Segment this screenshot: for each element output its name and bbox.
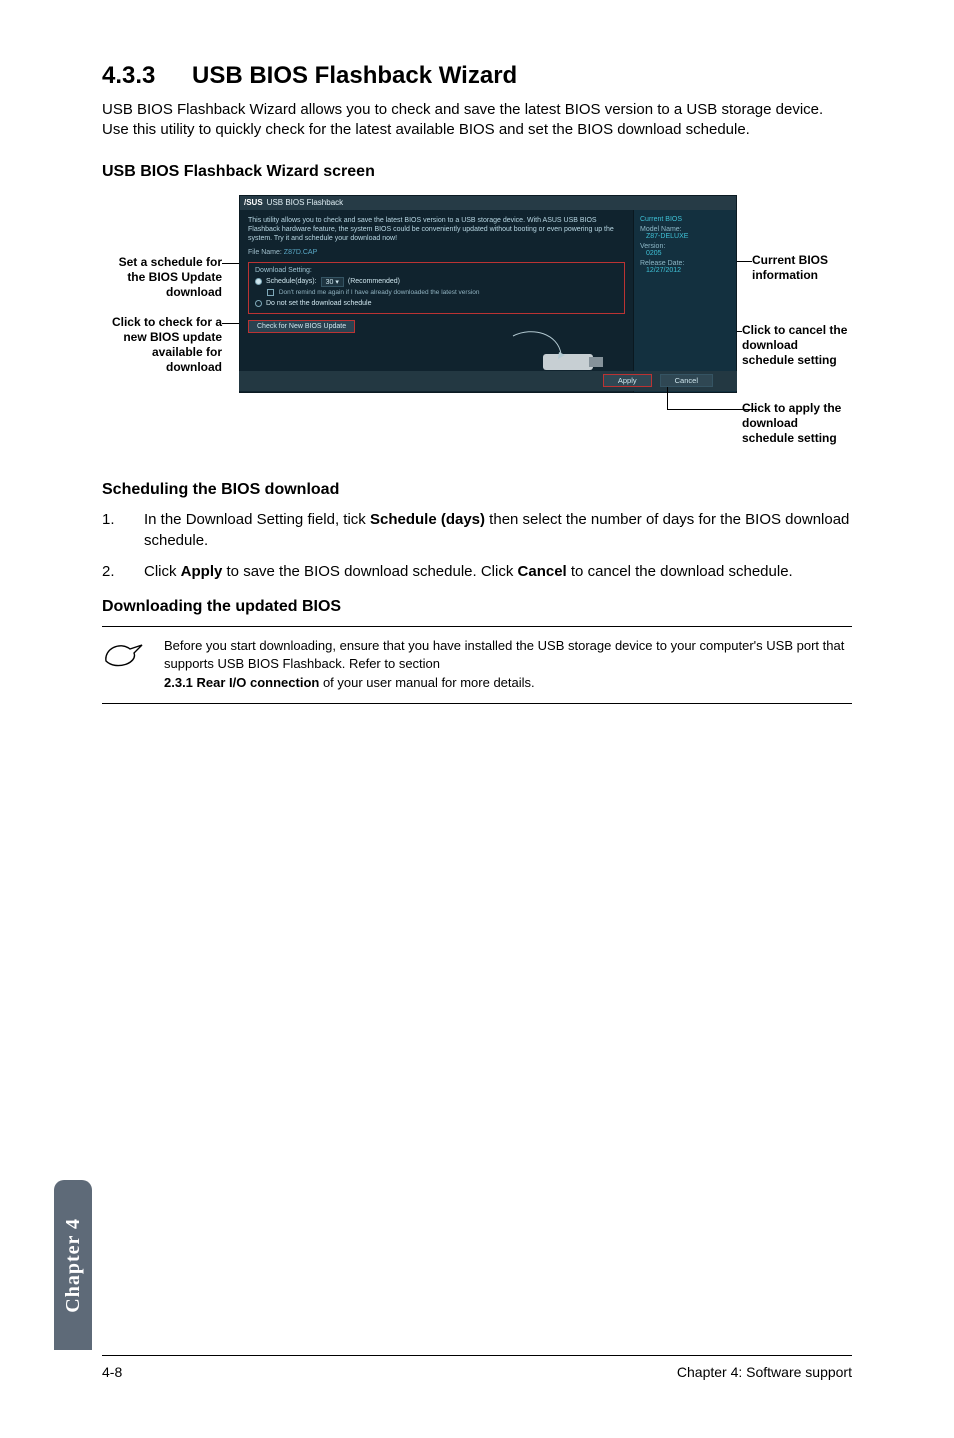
anno-current: Current BIOS information [752, 253, 852, 283]
scheduling-heading: Scheduling the BIOS download [102, 481, 852, 499]
recommended-label: (Recommended) [348, 278, 400, 285]
model-value: Z87-DELUXE [646, 233, 730, 240]
radio-schedule-icon[interactable] [255, 278, 262, 285]
section-number: 4.3.3 [102, 62, 192, 90]
step-2: 2. Click Apply to save the BIOS download… [102, 561, 852, 582]
connector-line [667, 387, 668, 409]
current-bios-header: Current BIOS [640, 216, 730, 223]
section-heading: 4.3.3USB BIOS Flashback Wizard [102, 62, 852, 90]
download-setting-group: Download Setting: Schedule(days): 30 ▾ (… [248, 262, 625, 314]
page-number: 4-8 [102, 1364, 122, 1380]
anno-schedule: Set a schedule for the BIOS Update downl… [102, 255, 222, 300]
app-logo: /SUS [244, 198, 263, 207]
schedule-row[interactable]: Schedule(days): 30 ▾ (Recommended) [255, 277, 618, 287]
filename-value: Z87D.CAP [284, 249, 317, 256]
cancel-button[interactable]: Cancel [660, 374, 713, 387]
radio-noset-icon[interactable] [255, 300, 262, 307]
current-bios-panel: Current BIOS Model Name: Z87-DELUXE Vers… [634, 210, 736, 392]
section-title-text: USB BIOS Flashback Wizard [192, 62, 517, 89]
version-value: 0205 [646, 250, 730, 257]
step-text: In the Download Setting field, tick Sche… [144, 509, 852, 551]
connector-line [667, 409, 757, 410]
anno-cancel: Click to cancel the download schedule se… [742, 323, 852, 368]
step-text: Click Apply to save the BIOS download sc… [144, 561, 852, 582]
screenshot-composite: Set a schedule for the BIOS Update downl… [102, 195, 852, 465]
noset-row[interactable]: Do not set the download schedule [255, 300, 618, 307]
app-footer: Apply Cancel [239, 371, 737, 391]
downloading-heading: Downloading the updated BIOS [102, 598, 852, 616]
download-setting-label: Download Setting: [255, 267, 618, 274]
app-titlebar: /SUS USB BIOS Flashback [240, 196, 736, 210]
footer-title: Chapter 4: Software support [677, 1364, 852, 1380]
release-value: 12/27/2012 [646, 267, 730, 274]
filename-label: File Name: [248, 249, 282, 256]
dont-remind-label: Don't remind me again if I have already … [279, 289, 480, 296]
chapter-side-label: Chapter 4 [62, 1218, 85, 1313]
screen-heading: USB BIOS Flashback Wizard screen [102, 163, 852, 181]
chapter-side-tab: Chapter 4 [54, 1180, 92, 1350]
steps-list: 1. In the Download Setting field, tick S… [102, 509, 852, 582]
page-footer: 4-8 Chapter 4: Software support [102, 1355, 852, 1380]
anno-apply: Click to apply the download schedule set… [742, 401, 852, 446]
step-number: 2. [102, 561, 144, 582]
noset-label: Do not set the download schedule [266, 300, 371, 307]
apply-button[interactable]: Apply [603, 374, 652, 387]
note-box: Before you start downloading, ensure tha… [102, 626, 852, 705]
schedule-days-label: Schedule(days): [266, 278, 317, 285]
checkbox-icon[interactable] [267, 289, 274, 296]
app-title: USB BIOS Flashback [267, 198, 343, 207]
schedule-days-select[interactable]: 30 ▾ [321, 277, 344, 287]
filename-row: File Name: Z87D.CAP [248, 249, 625, 256]
note-icon [102, 637, 146, 694]
app-window: /SUS USB BIOS Flashback This utility all… [239, 195, 737, 393]
model-label: Model Name: [640, 226, 730, 233]
release-label: Release Date: [640, 260, 730, 267]
intro-paragraph: USB BIOS Flashback Wizard allows you to … [102, 100, 852, 141]
version-label: Version: [640, 243, 730, 250]
app-desc: This utility allows you to check and sav… [248, 216, 625, 243]
check-bios-button[interactable]: Check for New BIOS Update [248, 320, 355, 333]
note-text: Before you start downloading, ensure tha… [164, 637, 852, 694]
step-1: 1. In the Download Setting field, tick S… [102, 509, 852, 551]
anno-check: Click to check for a new BIOS update ava… [102, 315, 222, 375]
dont-remind-row[interactable]: Don't remind me again if I have already … [267, 289, 618, 296]
step-number: 1. [102, 509, 144, 551]
